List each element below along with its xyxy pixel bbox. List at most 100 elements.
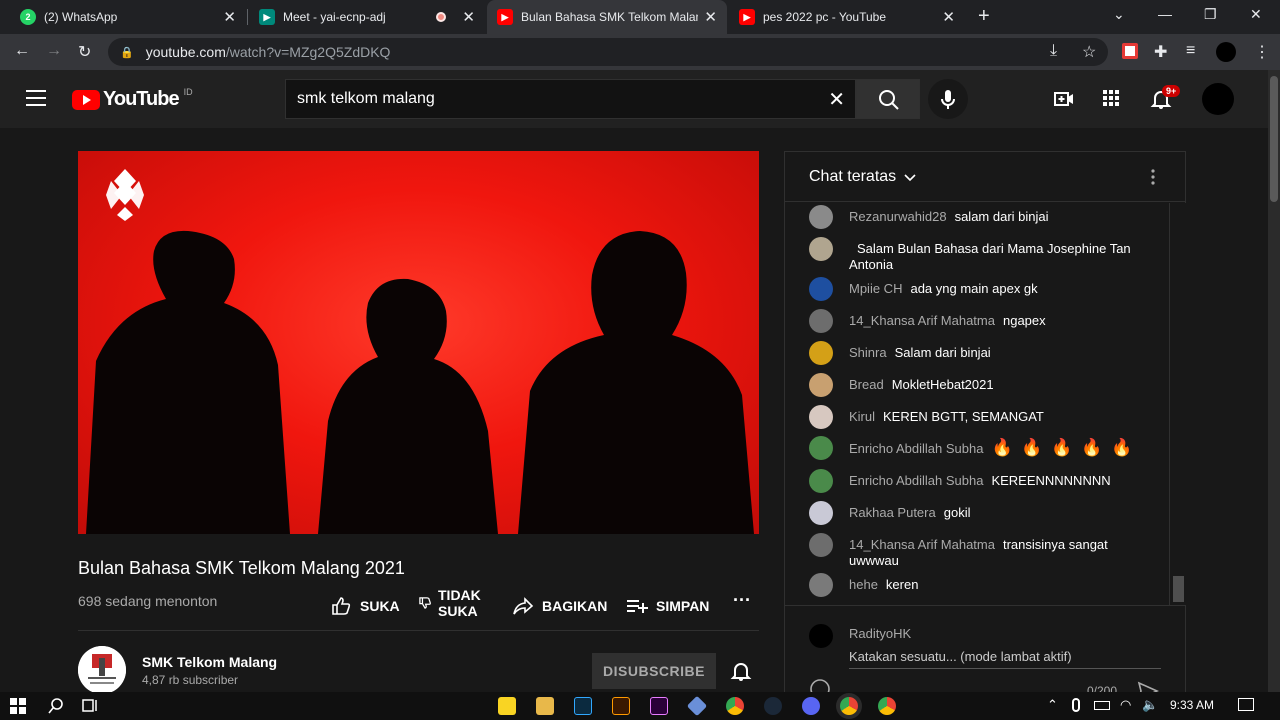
chat-avatar[interactable] [809,501,833,525]
chat-author[interactable]: Bread [849,377,884,392]
chat-author[interactable]: Rezanurwahid28 [849,209,947,224]
create-video-icon[interactable] [1053,88,1075,110]
chat-avatar[interactable] [809,373,833,397]
close-tab-icon[interactable]: ✕ [942,8,955,26]
chat-scrollbar[interactable] [1169,203,1186,605]
discord-icon[interactable] [802,697,820,715]
chat-text: keren [885,577,919,592]
maximize-icon[interactable]: ❐ [1204,6,1217,23]
chat-author[interactable]: hehe [849,577,878,592]
dislike-button[interactable]: TIDAK SUKA [418,587,481,619]
share-button[interactable]: BAGIKAN [512,595,607,617]
chrome-icon[interactable] [726,697,744,715]
chevron-down-icon[interactable] [902,169,918,185]
chat-input[interactable]: Katakan sesuatu... (mode lambat aktif) [849,649,1072,664]
channel-name[interactable]: SMK Telkom Malang [142,654,277,670]
close-tab-icon[interactable]: ✕ [462,8,475,26]
photoshop-icon[interactable] [574,697,592,715]
new-tab-icon[interactable]: + [978,5,990,28]
volume-icon[interactable]: 🔈 [1142,697,1158,713]
windows-start-icon[interactable] [10,698,26,714]
hamburger-menu-icon[interactable] [26,90,46,111]
chat-message: Shinra Salam dari binjai [809,341,1159,365]
app-cube-icon[interactable] [686,695,708,717]
search-input[interactable]: smk telkom malang ✕ [285,79,856,119]
sticky-notes-icon[interactable] [498,697,516,715]
search-button[interactable] [856,79,920,119]
close-tab-icon[interactable]: ✕ [704,8,717,26]
clear-search-icon[interactable]: ✕ [828,87,845,112]
chat-author[interactable]: Mpiie CH [849,281,902,296]
extensions-icon[interactable]: ✚ [1154,42,1167,62]
steam-icon[interactable] [764,697,782,715]
tab-whatsapp[interactable]: 2 (2) WhatsApp ✕ [10,0,246,34]
task-view-icon[interactable] [81,697,99,715]
extension-red-icon[interactable] [1122,43,1138,59]
reload-icon[interactable]: ↻ [78,42,91,62]
chat-avatar[interactable] [809,533,833,557]
page-scrollbar[interactable] [1268,70,1280,692]
illustrator-icon[interactable] [612,697,630,715]
premiere-icon[interactable] [650,697,668,715]
chat-text: Salam Bulan Bahasa dari Mama Josephine T… [849,241,1131,272]
chat-scrollbar-thumb[interactable] [1173,576,1184,602]
install-icon[interactable]: ⤓ [1050,42,1057,60]
tab-bulan-bahasa[interactable]: ▶ Bulan Bahasa SMK Telkom Malang ✕ [487,0,727,34]
chat-filter-label[interactable]: Chat teratas [809,168,896,186]
chat-avatar[interactable] [809,405,833,429]
chat-author[interactable]: Rakhaa Putera [849,505,936,520]
clock[interactable]: 9:33 AM [1170,698,1214,712]
chat-author[interactable]: 14_Khansa Arif Mahatma [849,537,995,552]
chat-author[interactable]: Enricho Abdillah Subha [849,441,983,456]
youtube-logo[interactable]: YouTube ID [72,87,193,111]
chat-more-options-icon[interactable] [1143,167,1163,187]
apps-grid-icon[interactable] [1101,88,1121,108]
like-button[interactable]: SUKA [330,595,400,617]
action-center-icon[interactable] [1238,698,1254,711]
chat-message-list[interactable]: Rezanurwahid28 salam dari binjai Salam Bu… [785,203,1169,605]
chat-avatar[interactable] [809,309,833,333]
channel-avatar[interactable] [78,646,126,694]
video-player[interactable] [78,151,759,534]
close-window-icon[interactable]: ✕ [1250,6,1262,23]
bookmark-star-icon[interactable]: ☆ [1082,42,1096,62]
chat-avatar[interactable] [809,573,833,597]
voice-search-button[interactable] [928,79,968,119]
account-avatar[interactable] [1202,83,1234,115]
chat-avatar[interactable] [809,277,833,301]
chat-avatar[interactable] [809,436,833,460]
tab-pes-2022[interactable]: ▶ pes 2022 pc - YouTube ✕ [729,0,965,34]
tray-chevron-up-icon[interactable]: ⌃ [1047,697,1058,713]
tab-meet[interactable]: ▶ Meet - yai-ecnp-adj ✕ [249,0,485,34]
address-bar[interactable]: 🔒 youtube.com/watch?v=MZg2Q5ZdDKQ [108,38,1108,66]
chrome-active-icon[interactable] [840,697,858,715]
chat-author[interactable]: Shinra [849,345,887,360]
chat-avatar[interactable] [809,469,833,493]
chat-avatar[interactable] [809,237,833,261]
taskbar-search-icon[interactable] [47,697,65,715]
browser-menu-icon[interactable]: ⋮ [1254,42,1270,62]
profile-avatar[interactable] [1216,42,1236,62]
wifi-icon[interactable]: ◠ [1120,697,1131,713]
page-scrollbar-thumb[interactable] [1270,76,1278,202]
channel-notification-bell-icon[interactable] [730,660,752,682]
microphone-tray-icon[interactable] [1072,698,1080,712]
chat-author[interactable]: Kirul [849,409,875,424]
chat-text: ngapex [1002,313,1046,328]
tab-search-icon[interactable]: ⌄ [1113,6,1125,23]
chat-avatar[interactable] [809,205,833,229]
chat-author[interactable]: 14_Khansa Arif Mahatma [849,313,995,328]
minimize-icon[interactable]: — [1158,6,1172,22]
media-control-icon[interactable]: ≡ [1186,42,1195,60]
chrome-profile-icon[interactable] [878,697,896,715]
chat-author[interactable]: Enricho Abdillah Subha [849,473,983,488]
unsubscribe-button[interactable]: DISUBSCRIBE [592,653,716,689]
save-button[interactable]: SIMPAN [626,595,709,617]
file-explorer-icon[interactable] [536,697,554,715]
forward-icon[interactable]: → [46,42,62,60]
battery-icon[interactable] [1094,701,1110,710]
chat-avatar[interactable] [809,341,833,365]
close-tab-icon[interactable]: ✕ [223,8,236,26]
more-actions-icon[interactable]: ··· [733,590,751,611]
back-icon[interactable]: ← [14,42,30,60]
